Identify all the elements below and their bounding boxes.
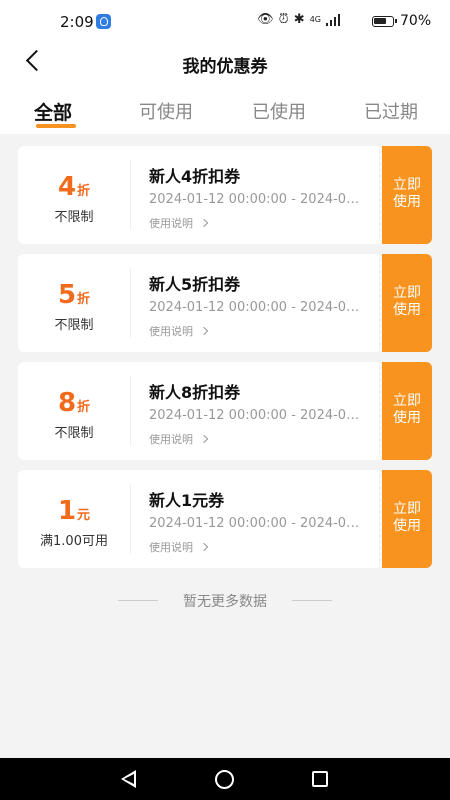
coupon-validity-date: 2024-01-12 00:00:00 - 2024-01-12 00:00:0… xyxy=(149,192,367,207)
status-icons: 👁︎ ⏰︎ ✱ 4G xyxy=(257,12,342,27)
coupon-body: 8折 不限制 新人8折扣券 2024-01-12 00:00:00 - 2024… xyxy=(18,362,382,460)
usage-instructions-link[interactable]: 使用说明 xyxy=(149,539,209,555)
coupon-divider xyxy=(130,376,131,446)
alarm-icon: ⏰︎ xyxy=(278,12,289,27)
coupon-value-unit: 折 xyxy=(77,184,91,199)
coupon-divider xyxy=(130,484,131,554)
coupon-title: 新人5折扣券 xyxy=(149,275,241,294)
coupon-value-block: 5折 不限制 xyxy=(18,254,130,352)
coupon-condition: 不限制 xyxy=(54,210,94,225)
coupon-value-unit: 折 xyxy=(77,292,91,307)
chevron-right-icon xyxy=(199,542,209,552)
divider-line-right xyxy=(292,600,332,601)
coupon-card: 5折 不限制 新人5折扣券 2024-01-12 00:00:00 - 2024… xyxy=(18,254,432,352)
coupon-validity-date: 2024-01-12 00:00:00 - 2024-01-12 00:00:0… xyxy=(149,408,367,423)
coupon-value: 1元 xyxy=(18,496,130,526)
tab-expired[interactable]: 已过期 xyxy=(364,98,418,124)
circle-home-icon[interactable] xyxy=(215,770,234,789)
coupon-card: 4折 不限制 新人4折扣券 2024-01-12 00:00:00 - 2024… xyxy=(18,146,432,244)
usage-instructions-label: 使用说明 xyxy=(149,541,193,554)
coupon-divider xyxy=(130,268,131,338)
coupon-value: 4折 xyxy=(18,172,130,202)
coupon-validity-date: 2024-01-12 00:00:00 - 2024-01-12 00:00:0… xyxy=(149,516,367,531)
signal-icon xyxy=(326,13,342,26)
coupon-value: 5折 xyxy=(18,280,130,310)
chevron-right-icon xyxy=(199,218,209,228)
battery-icon xyxy=(372,16,397,27)
coupon-value-block: 1元 满1.00可用 xyxy=(18,470,130,568)
page-title: 我的优惠券 xyxy=(182,57,268,77)
status-time: 2:09 xyxy=(60,13,94,31)
eye-icon: 👁︎ xyxy=(257,12,274,27)
tab-all[interactable]: 全部 xyxy=(34,98,72,125)
use-now-label: 立即使用 xyxy=(393,393,421,426)
usage-instructions-label: 使用说明 xyxy=(149,217,193,230)
coupon-list: 4折 不限制 新人4折扣券 2024-01-12 00:00:00 - 2024… xyxy=(18,146,432,578)
coupon-value-number: 5 xyxy=(57,280,77,310)
coupon-value-unit: 折 xyxy=(77,400,91,415)
no-more-data-text: 暂无更多数据 xyxy=(183,594,267,610)
coupon-title: 新人8折扣券 xyxy=(149,383,241,402)
active-tab-indicator xyxy=(36,124,76,128)
coupon-value-unit: 元 xyxy=(77,508,91,523)
use-now-button[interactable]: 立即使用 xyxy=(379,470,432,568)
usage-instructions-label: 使用说明 xyxy=(149,325,193,338)
nav-bar: 我的优惠券 xyxy=(0,44,450,80)
use-now-button[interactable]: 立即使用 xyxy=(379,146,432,244)
tab-used[interactable]: 已使用 xyxy=(252,98,306,124)
system-nav-bar xyxy=(0,758,450,800)
coupon-card: 8折 不限制 新人8折扣券 2024-01-12 00:00:00 - 2024… xyxy=(18,362,432,460)
coupon-body: 4折 不限制 新人4折扣券 2024-01-12 00:00:00 - 2024… xyxy=(18,146,382,244)
usage-instructions-link[interactable]: 使用说明 xyxy=(149,215,209,231)
triangle-back-icon[interactable] xyxy=(120,770,138,788)
use-now-label: 立即使用 xyxy=(393,177,421,210)
coupon-value: 8折 xyxy=(18,388,130,418)
chevron-right-icon xyxy=(199,434,209,444)
coupon-body: 5折 不限制 新人5折扣券 2024-01-12 00:00:00 - 2024… xyxy=(18,254,382,352)
coupon-value-number: 4 xyxy=(57,172,77,202)
coupon-value-number: 8 xyxy=(57,388,77,418)
bluetooth-icon: ✱ xyxy=(293,12,305,27)
use-now-label: 立即使用 xyxy=(393,285,421,318)
coupon-divider xyxy=(130,160,131,230)
usage-instructions-link[interactable]: 使用说明 xyxy=(149,431,209,447)
coupon-value-number: 1 xyxy=(57,496,77,526)
coupon-value-block: 4折 不限制 xyxy=(18,146,130,244)
coupon-body: 1元 满1.00可用 新人1元券 2024-01-12 00:00:00 - 2… xyxy=(18,470,382,568)
coupon-condition: 不限制 xyxy=(54,426,94,441)
network-type-label: 4G xyxy=(309,15,321,24)
chevron-right-icon xyxy=(199,326,209,336)
coupon-condition: 不限制 xyxy=(54,318,94,333)
coupon-title: 新人4折扣券 xyxy=(149,167,241,186)
status-bar: 2:09 👁︎ ⏰︎ ✱ 4G 70% xyxy=(0,0,450,44)
battery-level: 70% xyxy=(400,13,432,29)
coupon-condition: 满1.00可用 xyxy=(40,534,108,549)
coupon-value-block: 8折 不限制 xyxy=(18,362,130,460)
tab-available[interactable]: 可使用 xyxy=(139,98,193,124)
coupon-title: 新人1元券 xyxy=(149,491,225,510)
coupon-card: 1元 满1.00可用 新人1元券 2024-01-12 00:00:00 - 2… xyxy=(18,470,432,568)
use-now-button[interactable]: 立即使用 xyxy=(379,362,432,460)
coupon-validity-date: 2024-01-12 00:00:00 - 2024-01-12 00:00:0… xyxy=(149,300,367,315)
square-recent-icon[interactable] xyxy=(312,771,328,787)
usage-instructions-link[interactable]: 使用说明 xyxy=(149,323,209,339)
use-now-button[interactable]: 立即使用 xyxy=(379,254,432,352)
app-notification-icon xyxy=(96,14,111,29)
usage-instructions-label: 使用说明 xyxy=(149,433,193,446)
use-now-label: 立即使用 xyxy=(393,501,421,534)
